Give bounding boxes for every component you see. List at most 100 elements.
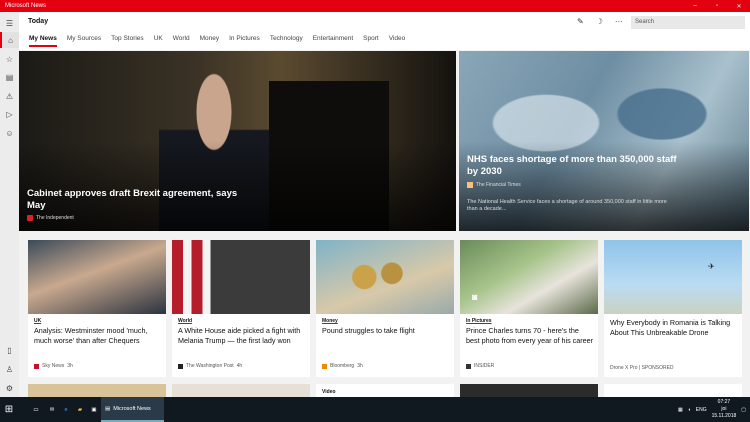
store-icon[interactable]: ▣	[88, 397, 100, 422]
tab-uk[interactable]: UK	[154, 35, 163, 47]
action-center-icon[interactable]: ▢	[741, 407, 746, 413]
file-explorer-icon[interactable]: ▰	[74, 397, 86, 422]
header-tools: ✎ ☽ ···	[577, 17, 623, 26]
card-category: UK	[34, 318, 42, 324]
sponsored-card[interactable]: ✈ Why Everybody in Romania is Talking Ab…	[604, 240, 742, 377]
tab-entertainment[interactable]: Entertainment	[313, 35, 353, 47]
card-category: Money	[322, 318, 338, 324]
more-options-icon[interactable]: ···	[615, 17, 623, 26]
device-icon[interactable]: ▯	[0, 342, 19, 358]
source-logo-icon	[467, 182, 473, 188]
weather-icon[interactable]: ⚠	[0, 88, 19, 104]
card-headline: A White House aide picked a fight with M…	[178, 326, 301, 345]
start-windows-icon[interactable]: ⊞	[0, 397, 18, 422]
search-placeholder: Search	[635, 19, 655, 25]
card-headline: Pound struggles to take flight	[322, 326, 415, 335]
news-card[interactable]: UK Analysis: Westminster mood 'much, muc…	[28, 240, 166, 377]
card-category: World	[178, 318, 193, 324]
tab-top-stories[interactable]: Top Stories	[111, 35, 144, 47]
news-card-partial[interactable]	[172, 384, 310, 397]
tab-video[interactable]: Video	[389, 35, 406, 47]
card-image: ◙	[460, 240, 598, 314]
clock-date: 15.11.2018	[711, 413, 737, 419]
card-source: Bloomberg 3h	[322, 363, 363, 369]
source-logo-icon	[34, 363, 39, 369]
title-bar: Microsoft News – ▫ ✕	[0, 0, 750, 12]
hero-source-name: The Independent	[36, 215, 74, 221]
close-button[interactable]: ✕	[728, 3, 750, 10]
card-category: In Pictures	[466, 318, 492, 324]
card-source-name: Drone X Pro | SPONSORED	[610, 365, 674, 371]
hero-story-nhs[interactable]: NHS faces shortage of more than 350,000 …	[459, 51, 749, 231]
pencil-edit-icon[interactable]: ✎	[577, 17, 584, 26]
nav-rail: ☰ ⌂ ☆ ▤ ⚠ ▷ ☺ ▯ ♙ ⚙	[0, 12, 19, 397]
night-mode-icon[interactable]: ☽	[596, 17, 603, 26]
account-icon[interactable]: ♙	[0, 361, 19, 377]
card-source: The Washington Post 4h	[178, 363, 242, 369]
card-age: 3h	[357, 363, 363, 369]
system-tray: ▦ ◖ ENG 07:27 joi 15.11.2018 ▢	[678, 397, 746, 422]
news-card[interactable]: Money Pound struggles to take flight Blo…	[316, 240, 454, 377]
hero-story-brexit[interactable]: Cabinet approves draft Brexit agreement,…	[19, 51, 456, 231]
language-indicator[interactable]: ENG	[696, 407, 707, 413]
search-input[interactable]: Search	[631, 16, 745, 29]
source-logo-icon	[322, 363, 327, 369]
card-image	[316, 240, 454, 314]
star-icon[interactable]: ☆	[0, 51, 19, 67]
card-headline: Why Everybody in Romania is Talking Abou…	[610, 318, 731, 337]
tab-my-news[interactable]: My News	[29, 35, 57, 47]
network-icon[interactable]: ▦	[678, 407, 683, 413]
news-app-icon: ▤	[105, 405, 111, 412]
card-headline: Analysis: Westminster mood 'much, much w…	[34, 326, 148, 345]
tab-my-sources[interactable]: My Sources	[67, 35, 101, 47]
mail-icon[interactable]: ✉	[46, 397, 58, 422]
window-title: Microsoft News	[5, 3, 47, 9]
smiley-icon[interactable]: ☺	[0, 125, 19, 141]
card-source-name: INSIDER	[474, 363, 495, 369]
card-age: 4h	[236, 363, 243, 369]
news-card[interactable]: ◙ In Pictures Prince Charles turns 70 - …	[460, 240, 598, 377]
card-image	[172, 240, 310, 314]
news-card-partial[interactable]	[460, 384, 598, 397]
page-title: Today	[28, 18, 49, 25]
maximize-button[interactable]: ▫	[706, 3, 728, 10]
volume-icon[interactable]: ◖	[688, 407, 691, 413]
tab-sport[interactable]: Sport	[363, 35, 379, 47]
hero-headline: Cabinet approves draft Brexit agreement,…	[27, 188, 238, 211]
tab-world[interactable]: World	[173, 35, 190, 47]
tab-money[interactable]: Money	[200, 35, 220, 47]
news-card-partial[interactable]	[28, 384, 166, 397]
news-icon[interactable]: ▤	[0, 69, 19, 85]
home-icon[interactable]: ⌂	[0, 32, 19, 48]
news-card-partial[interactable]: Video	[316, 384, 454, 397]
tab-in-pictures[interactable]: In Pictures	[229, 35, 260, 47]
taskbar-app-microsoft-news[interactable]: ▤ Microsoft News	[101, 397, 164, 422]
window-controls: – ▫ ✕	[684, 3, 750, 10]
edge-browser-icon[interactable]: e	[60, 397, 72, 422]
drone-icon: ✈	[708, 262, 715, 271]
hamburger-menu-icon[interactable]: ☰	[0, 15, 19, 31]
card-image: ✈	[604, 240, 742, 314]
source-logo-icon	[466, 363, 471, 369]
card-age: 3h	[67, 363, 73, 369]
minimize-button[interactable]: –	[684, 3, 706, 10]
news-card-partial[interactable]	[604, 384, 742, 397]
card-source-name: Sky News	[42, 363, 65, 369]
category-tabs: My News My Sources Top Stories UK World …	[29, 35, 415, 47]
clock[interactable]: 07:27 joi 15.11.2018	[712, 399, 737, 420]
card-source: Sky News 3h	[34, 363, 73, 369]
hero-source-name: The Financial Times	[476, 182, 521, 188]
windows-taskbar: ⊞ ▭ ✉ e ▰ ▣ ▤ Microsoft News ▦ ◖ ENG 07:…	[0, 397, 750, 422]
task-view-icon[interactable]: ▭	[30, 397, 42, 422]
card-source: Drone X Pro | SPONSORED	[610, 365, 674, 371]
camera-icon: ◙	[472, 292, 478, 302]
settings-gear-icon[interactable]: ⚙	[0, 380, 19, 396]
tab-technology[interactable]: Technology	[270, 35, 303, 47]
clock-time: 07:27	[717, 399, 731, 405]
taskbar-app-label: Microsoft News	[113, 405, 151, 412]
clock-day: joi	[721, 406, 727, 412]
news-card[interactable]: World A White House aide picked a fight …	[172, 240, 310, 377]
video-icon[interactable]: ▷	[0, 106, 19, 122]
hero-source: The Independent	[27, 215, 74, 221]
card-source: INSIDER	[466, 363, 494, 369]
